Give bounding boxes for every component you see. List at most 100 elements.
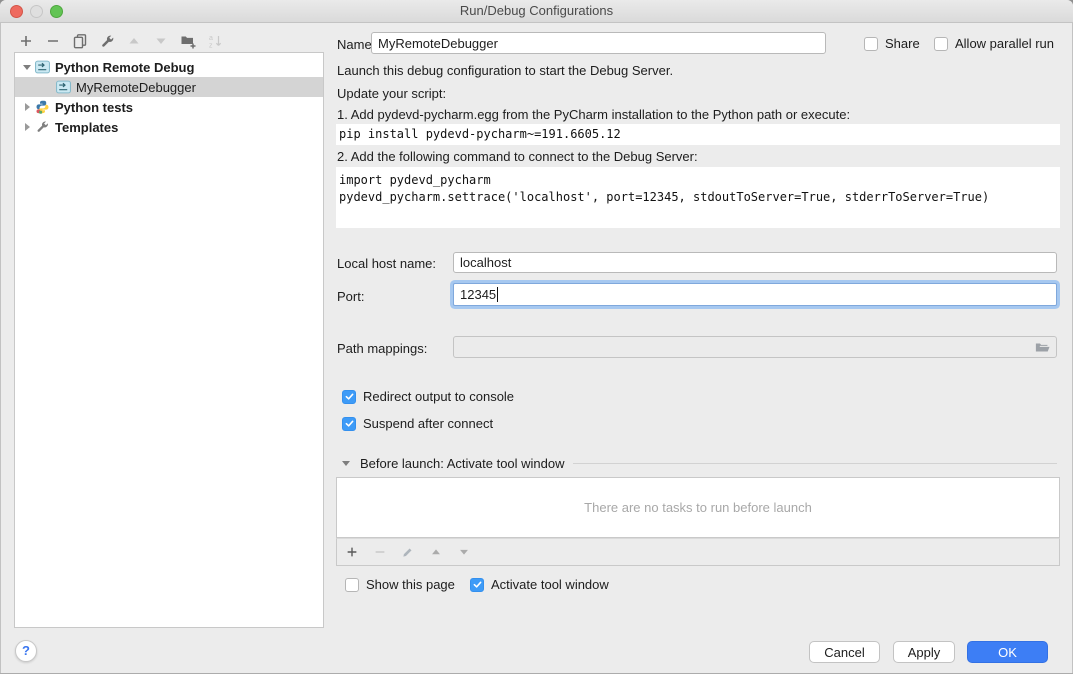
- before-launch-task-list[interactable]: There are no tasks to run before launch: [336, 477, 1060, 538]
- tree-item-myremotedebugger[interactable]: MyRemoteDebugger: [15, 77, 323, 97]
- move-up-button: [126, 33, 142, 49]
- add-task-button[interactable]: [345, 545, 359, 559]
- svg-text:a: a: [209, 35, 213, 42]
- share-label: Share: [885, 36, 920, 51]
- check-icon: [344, 418, 355, 429]
- traffic-lights: [10, 5, 63, 18]
- apply-button[interactable]: Apply: [893, 641, 955, 663]
- chevron-up-icon: [126, 33, 142, 49]
- move-task-down-button: [457, 545, 471, 559]
- before-launch-title: Before launch: Activate tool window: [360, 456, 565, 471]
- suspend-after-connect-label: Suspend after connect: [363, 416, 493, 431]
- port-label: Port:: [337, 289, 364, 304]
- empty-task-list-text: There are no tasks to run before launch: [584, 500, 812, 515]
- settrace-code-block: import pydevd_pycharmpydevd_pycharm.sett…: [336, 167, 1060, 228]
- expanded-twisty-icon[interactable]: [22, 65, 32, 70]
- remove-icon: [373, 545, 387, 559]
- tree-item-label: Templates: [55, 120, 118, 135]
- activate-tool-window-checkbox[interactable]: [470, 578, 484, 592]
- activate-tool-window-checkbox-row: Activate tool window: [470, 577, 609, 592]
- show-this-page-label: Show this page: [366, 577, 455, 592]
- path-mappings-label: Path mappings:: [337, 341, 427, 356]
- redirect-output-checkbox[interactable]: [342, 390, 356, 404]
- path-mappings-input[interactable]: [453, 336, 1057, 358]
- sort-configurations-button: az: [207, 33, 223, 49]
- name-label: Name:: [337, 37, 375, 52]
- configurations-toolbar: az: [18, 31, 223, 51]
- configurations-tree: Python Remote Debug MyRemoteDebugger Pyt…: [14, 52, 324, 628]
- cancel-button[interactable]: Cancel: [809, 641, 880, 663]
- tree-item-label: Python Remote Debug: [55, 60, 194, 75]
- edit-templates-button[interactable]: [99, 33, 115, 49]
- description-line-1: Launch this debug configuration to start…: [337, 63, 673, 78]
- browse-path-mappings-button[interactable]: [1035, 339, 1051, 355]
- name-input[interactable]: [371, 32, 826, 54]
- tree-item-templates[interactable]: Templates: [15, 117, 323, 137]
- text-caret: [497, 287, 498, 302]
- tree-item-label: Python tests: [55, 100, 133, 115]
- chevron-down-icon: [457, 545, 471, 559]
- remove-task-button: [373, 545, 387, 559]
- suspend-after-connect-checkbox[interactable]: [342, 417, 356, 431]
- edit-task-button: [401, 545, 415, 559]
- code-line: import pydevd_pycharm: [339, 172, 1057, 189]
- templates-wrench-icon: [35, 120, 50, 134]
- move-down-button: [153, 33, 169, 49]
- move-task-up-button: [429, 545, 443, 559]
- header-separator: [573, 463, 1057, 464]
- description-step-2: 2. Add the following command to connect …: [337, 149, 698, 164]
- window-title: Run/Debug Configurations: [0, 0, 1073, 22]
- tree-item-python-tests[interactable]: Python tests: [15, 97, 323, 117]
- tree-item-python-remote-debug[interactable]: Python Remote Debug: [15, 57, 323, 77]
- new-folder-button[interactable]: [180, 33, 196, 49]
- ok-button[interactable]: OK: [967, 641, 1048, 663]
- minimize-window-button: [30, 5, 43, 18]
- show-this-page-checkbox[interactable]: [345, 578, 359, 592]
- add-icon: [345, 545, 359, 559]
- share-checkbox-row: Share: [864, 36, 920, 51]
- local-host-name-input[interactable]: [453, 252, 1057, 273]
- titlebar: Run/Debug Configurations: [0, 0, 1073, 23]
- zoom-window-button[interactable]: [50, 5, 63, 18]
- copy-icon: [72, 33, 88, 49]
- before-launch-twisty-icon[interactable]: [341, 461, 351, 466]
- local-host-name-label: Local host name:: [337, 256, 436, 271]
- python-tests-icon: [35, 100, 50, 114]
- allow-parallel-run-label: Allow parallel run: [955, 36, 1054, 51]
- show-this-page-checkbox-row: Show this page: [345, 577, 455, 592]
- run-debug-configurations-dialog: Run/Debug Configurations az: [0, 0, 1073, 674]
- redirect-output-checkbox-row: Redirect output to console: [342, 389, 514, 404]
- remove-configuration-button[interactable]: [45, 33, 61, 49]
- chevron-up-icon: [429, 545, 443, 559]
- wrench-icon: [100, 34, 115, 49]
- chevron-down-icon: [153, 33, 169, 49]
- open-folder-icon: [1035, 341, 1051, 354]
- collapsed-twisty-icon[interactable]: [22, 103, 32, 111]
- help-button[interactable]: ?: [15, 640, 37, 662]
- allow-parallel-run-checkbox[interactable]: [934, 37, 948, 51]
- collapsed-twisty-icon[interactable]: [22, 123, 32, 131]
- remote-debug-config-icon: [56, 80, 71, 94]
- code-line: pydevd_pycharm.settrace('localhost', por…: [339, 189, 1057, 206]
- new-folder-icon: [180, 33, 196, 49]
- remote-debug-config-icon: [35, 60, 50, 74]
- pencil-icon: [401, 545, 415, 559]
- suspend-after-connect-checkbox-row: Suspend after connect: [342, 416, 493, 431]
- port-value: 12345: [460, 287, 496, 302]
- share-checkbox[interactable]: [864, 37, 878, 51]
- tree-item-label: MyRemoteDebugger: [76, 80, 196, 95]
- check-icon: [472, 579, 483, 590]
- svg-text:z: z: [209, 43, 213, 50]
- copy-configuration-button[interactable]: [72, 33, 88, 49]
- add-configuration-button[interactable]: [18, 33, 34, 49]
- allow-parallel-run-checkbox-row: Allow parallel run: [934, 36, 1054, 51]
- close-window-button[interactable]: [10, 5, 23, 18]
- redirect-output-label: Redirect output to console: [363, 389, 514, 404]
- pip-install-code-block: pip install pydevd-pycharm~=191.6605.12: [336, 124, 1060, 145]
- description-line-2: Update your script:: [337, 86, 446, 101]
- before-launch-toolbar: [336, 538, 1060, 566]
- port-input[interactable]: 12345: [453, 283, 1057, 306]
- description-step-1: 1. Add pydevd-pycharm.egg from the PyCha…: [337, 107, 850, 122]
- add-icon: [18, 33, 34, 49]
- check-icon: [344, 391, 355, 402]
